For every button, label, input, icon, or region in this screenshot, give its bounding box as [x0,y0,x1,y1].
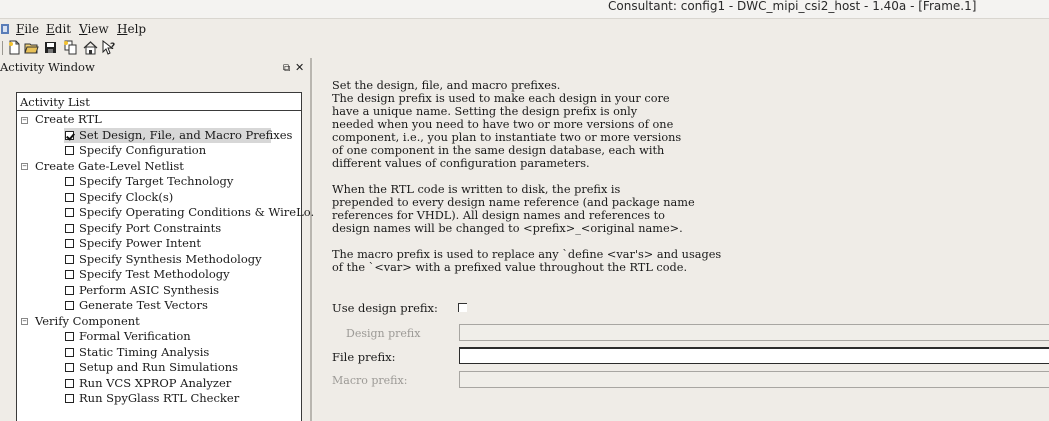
collapse-icon[interactable]: − [21,318,28,325]
description-line: of the `<var> with a prefixed value thro… [332,261,688,274]
tree-item-label: Specify Port Constraints [79,221,222,235]
checkbox-icon[interactable] [65,394,74,403]
activity-window-header: Activity Window ⧉ ✕ [0,58,310,76]
checkbox-icon[interactable] [65,286,74,295]
tree-item-label: Formal Verification [79,329,191,343]
checkbox-icon[interactable] [65,208,74,217]
window-title: Consultant: config1 - DWC_mipi_csi2_host… [608,0,977,13]
menu-file[interactable]: File [16,21,39,37]
file-prefix-label: File prefix: [332,350,396,364]
tree-item-label: Run VCS XPROP Analyzer [79,376,232,390]
tree-item-label: Specify Power Intent [79,236,201,250]
description-line: references for VHDL). All design names a… [332,209,665,222]
description-line: The design prefix is used to make each d… [332,92,670,105]
float-window-icon[interactable]: ⧉ [283,60,290,78]
checkbox-icon[interactable] [65,379,74,388]
activity-window: Activity Window ⧉ ✕ Activity List − Crea… [0,58,321,421]
checkbox-icon[interactable] [65,255,74,264]
description-line: component, i.e., you plan to instantiate… [332,131,682,144]
file-prefix-input[interactable] [460,349,1049,363]
tree-item-label: Specify Synthesis Methodology [79,252,262,266]
macro-prefix-input [460,372,1049,387]
menu-help[interactable]: Help [117,21,146,37]
checkbox-icon[interactable] [65,348,74,357]
macro-prefix-field [459,371,1049,388]
tree-item-label: Specify Target Technology [79,174,234,188]
tree-group-create-gate-level-netlist[interactable]: Create Gate-Level Netlist [35,159,184,174]
checkbox-icon[interactable] [65,301,74,310]
description-line: of one component in the same design data… [332,144,665,157]
app-icon[interactable] [0,23,10,35]
design-prefix-input [460,325,1049,340]
prefixes-panel: Set the design, file, and macro prefixes… [314,58,1049,421]
checkbox-icon[interactable] [65,193,74,202]
open-icon[interactable] [24,40,39,55]
collapse-icon[interactable]: − [21,117,28,124]
new-icon[interactable] [7,40,22,55]
toolbar-separator [2,41,3,55]
description-line: The macro prefix is used to replace any … [332,248,722,261]
design-prefix-field [459,324,1049,341]
checkbox-icon[interactable] [65,146,74,155]
context-help-icon[interactable]: ? [101,40,116,55]
checkbox-icon[interactable] [65,270,74,279]
tree-item-label: Static Timing Analysis [79,345,210,359]
description-line: have a unique name. Setting the design p… [332,105,638,118]
description-line: design names will be changed to <prefix>… [332,222,683,235]
checkbox-icon[interactable] [65,332,74,341]
tree-item-label: Perform ASIC Synthesis [79,283,220,297]
menu-edit[interactable]: Edit [46,21,71,37]
activity-list-header: Activity List [17,93,301,111]
copy-icon[interactable] [63,40,78,55]
use-design-prefix-checkbox[interactable] [458,303,467,312]
tree-item-label: Specify Clock(s) [79,190,174,204]
use-design-prefix-label: Use design prefix: [332,301,438,315]
tree-item-label: Set Design, File, and Macro Prefixes [79,128,293,142]
tree-item-label: Specify Test Methodology [79,267,230,281]
checkbox-icon[interactable] [65,239,74,248]
description-line: different values of configuration parame… [332,157,590,170]
svg-text:?: ? [110,42,115,52]
collapse-icon[interactable]: − [21,163,28,170]
checkbox-icon[interactable] [65,177,74,186]
checked-checkbox-icon[interactable] [65,131,74,140]
menu-view[interactable]: View [79,21,109,37]
description-line: Set the design, file, and macro prefixes… [332,79,561,92]
checkbox-icon[interactable] [65,224,74,233]
tree-group-create-rtl[interactable]: Create RTL [35,112,102,127]
file-prefix-field[interactable] [459,347,1049,364]
description-line: When the RTL code is written to disk, th… [332,183,621,196]
design-prefix-label: Design prefix [346,327,421,340]
activity-window-title: Activity Window [0,60,95,74]
tree-item-set-prefixes[interactable]: Set Design, File, and Macro Prefixes [64,128,292,143]
close-icon[interactable]: ✕ [295,59,304,77]
title-bar: Consultant: config1 - DWC_mipi_csi2_host… [0,0,1049,18]
tree-item-label: Generate Test Vectors [79,298,208,312]
macro-prefix-label: Macro prefix: [332,374,408,387]
tree-item-label: Run SpyGlass RTL Checker [79,391,240,405]
checkbox-icon[interactable] [65,363,74,372]
description-line: prepended to every design name reference… [332,196,695,209]
save-icon[interactable] [43,40,58,55]
tree-item-label: Setup and Run Simulations [79,360,239,374]
home-icon[interactable] [83,40,98,55]
tree-item-label: Specify Configuration [79,143,207,157]
tree-group-verify-component[interactable]: Verify Component [35,314,140,329]
activity-list-panel: Activity List − Create RTL Set Design, F… [16,92,321,421]
tree-item-label: Specify Operating Conditions & WireLo... [79,205,322,219]
menu-bar: File Edit View Help [0,18,1049,39]
description-line: needed when you need to have two or more… [332,118,674,131]
toolbar: ? [0,39,1049,58]
